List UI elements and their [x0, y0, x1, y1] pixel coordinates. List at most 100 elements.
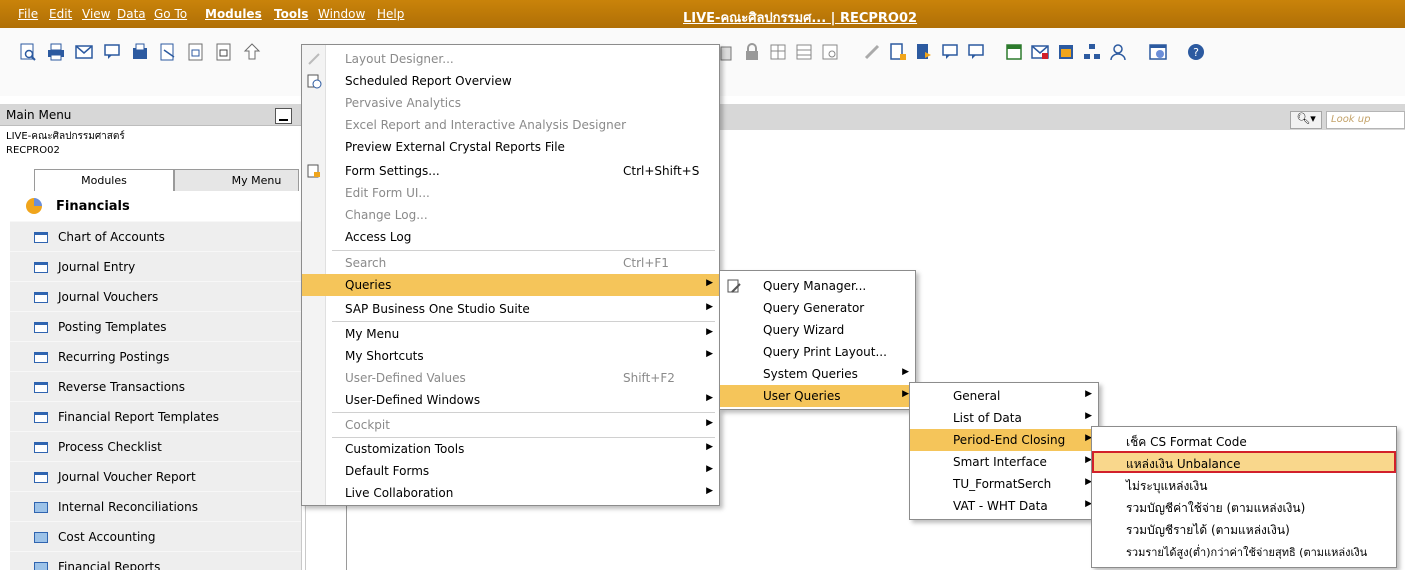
tab-modules[interactable]: Modules: [34, 169, 174, 191]
queries-item-query-manager[interactable]: Query Manager...: [720, 275, 915, 297]
navigate-icon[interactable]: [242, 42, 262, 62]
menu-item-financial-report-templates[interactable]: Financial Report Templates: [10, 401, 301, 431]
submenu-arrow-icon: ▶: [706, 486, 713, 496]
userq-item-vat-wht-data[interactable]: VAT - WHT Data ▶: [910, 495, 1098, 517]
menu-item-journal-entry[interactable]: Journal Entry: [10, 251, 301, 281]
userq-item-smart-interface[interactable]: Smart Interface ▶: [910, 451, 1098, 473]
pec-item-unbalance[interactable]: แหล่งเงิน Unbalance: [1092, 451, 1396, 473]
pdf-export-icon[interactable]: [214, 42, 234, 62]
tools-item-layout-designer[interactable]: Layout Designer...: [302, 48, 719, 70]
tools-item-edit-form-ui[interactable]: Edit Form UI...: [302, 182, 719, 204]
tools-item-customization-tools[interactable]: Customization Tools ▶: [302, 438, 719, 460]
userq-item-general[interactable]: General ▶: [910, 385, 1098, 407]
menu-data[interactable]: Data: [117, 7, 146, 21]
menu-view[interactable]: View: [82, 7, 110, 21]
tools-item-form-settings[interactable]: Form Settings... Ctrl+Shift+S: [302, 160, 719, 182]
userq-item-list-of-data[interactable]: List of Data ▶: [910, 407, 1098, 429]
menu-file[interactable]: File: [18, 7, 38, 21]
form-settings-icon: [306, 163, 322, 179]
menu-item-journal-vouchers[interactable]: Journal Vouchers: [10, 281, 301, 311]
pec-item-no-fund-source[interactable]: ไม่ระบุแหล่งเงิน: [1092, 473, 1396, 495]
email-icon[interactable]: [74, 42, 94, 62]
search-input[interactable]: Look up: [1326, 111, 1405, 129]
lock-icon[interactable]: [742, 42, 762, 62]
fax-icon[interactable]: [130, 42, 150, 62]
tools-item-user-defined-windows[interactable]: User-Defined Windows ▶: [302, 389, 719, 411]
tab-my-menu[interactable]: My Menu: [174, 169, 299, 191]
menu-item-internal-reconciliations[interactable]: Internal Reconciliations: [10, 491, 301, 521]
tools-item-user-defined-values[interactable]: User-Defined Values Shift+F2: [302, 367, 719, 389]
list-item-label: Process Checklist: [58, 440, 162, 454]
calendar-icon[interactable]: [1004, 42, 1024, 62]
tools-item-preview-crystal-reports[interactable]: Preview External Crystal Reports File: [302, 136, 719, 158]
document-icon: [34, 232, 48, 243]
queries-submenu: Query Manager... Query Generator Query W…: [719, 270, 916, 410]
tools-item-studio-suite[interactable]: SAP Business One Studio Suite ▶: [302, 298, 719, 320]
module-financials[interactable]: Financials: [10, 191, 301, 221]
tools-item-search[interactable]: Search Ctrl+F1: [302, 252, 719, 274]
minimize-button[interactable]: [275, 108, 292, 124]
help-icon[interactable]: ?: [1186, 42, 1206, 62]
tools-item-live-collaboration[interactable]: Live Collaboration ▶: [302, 482, 719, 504]
new-document-icon[interactable]: [888, 42, 908, 62]
export-icon[interactable]: [158, 42, 178, 62]
menu-item-posting-templates[interactable]: Posting Templates: [10, 311, 301, 341]
menu-item-recurring-postings[interactable]: Recurring Postings: [10, 341, 301, 371]
grid-icon[interactable]: [794, 42, 814, 62]
menu-item-financial-reports[interactable]: Financial Reports: [10, 551, 301, 570]
menu-item-journal-voucher-report[interactable]: Journal Voucher Report: [10, 461, 301, 491]
list-item-label: Cost Accounting: [58, 530, 156, 544]
word-export-icon[interactable]: [186, 42, 206, 62]
queries-item-query-generator[interactable]: Query Generator: [720, 297, 915, 319]
queries-item-user-queries[interactable]: User Queries ▶: [720, 385, 915, 407]
tools-item-access-log[interactable]: Access Log: [302, 226, 719, 248]
userq-item-tu-formatserch[interactable]: TU_FormatSerch ▶: [910, 473, 1098, 495]
tools-item-my-menu[interactable]: My Menu ▶: [302, 323, 719, 345]
comment-icon[interactable]: [940, 42, 960, 62]
queries-item-query-wizard[interactable]: Query Wizard: [720, 319, 915, 341]
menu-help[interactable]: Help: [377, 7, 404, 21]
menu-separator: [332, 250, 715, 251]
pec-item-expense-summary[interactable]: รวมบัญชีค่าใช้จ่าย (ตามแหล่งเงิน): [1092, 495, 1396, 517]
menu-tools[interactable]: Tools: [274, 7, 308, 21]
menu-item-reverse-transactions[interactable]: Reverse Transactions: [10, 371, 301, 401]
svg-text:?: ?: [1193, 46, 1199, 59]
menu-item-process-checklist[interactable]: Process Checklist: [10, 431, 301, 461]
tools-item-excel-report-designer[interactable]: Excel Report and Interactive Analysis De…: [302, 114, 719, 136]
tools-item-change-log[interactable]: Change Log...: [302, 204, 719, 226]
pec-item-net-income-summary[interactable]: รวมรายได้สูง(ต่ำ)กว่าค่าใช้จ่ายสุทธิ (ตา…: [1092, 539, 1396, 561]
spreadsheet-icon[interactable]: [1056, 42, 1076, 62]
org-chart-icon[interactable]: [1082, 42, 1102, 62]
menu-item-label: Layout Designer...: [345, 52, 454, 66]
menu-edit[interactable]: Edit: [49, 7, 72, 21]
tools-item-pervasive-analytics[interactable]: Pervasive Analytics: [302, 92, 719, 114]
menu-item-chart-of-accounts[interactable]: Chart of Accounts: [10, 221, 301, 251]
table-icon[interactable]: [768, 42, 788, 62]
web-browser-icon[interactable]: [1148, 42, 1168, 62]
print-preview-icon[interactable]: [18, 42, 38, 62]
filter-icon[interactable]: [820, 42, 840, 62]
queries-item-query-print-layout[interactable]: Query Print Layout...: [720, 341, 915, 363]
mail-alert-icon[interactable]: [1030, 42, 1050, 62]
queries-item-system-queries[interactable]: System Queries ▶: [720, 363, 915, 385]
printer-icon[interactable]: [46, 42, 66, 62]
menu-window[interactable]: Window: [318, 7, 365, 21]
edit-pen-icon[interactable]: [862, 42, 882, 62]
sms-icon[interactable]: [102, 42, 122, 62]
message-icon[interactable]: [966, 42, 986, 62]
tools-item-scheduled-report-overview[interactable]: Scheduled Report Overview: [302, 70, 719, 92]
document-link-icon[interactable]: [914, 42, 934, 62]
menu-item-cost-accounting[interactable]: Cost Accounting: [10, 521, 301, 551]
submenu-arrow-icon: ▶: [902, 367, 909, 377]
tools-item-cockpit[interactable]: Cockpit ▶: [302, 414, 719, 436]
menu-modules[interactable]: Modules: [205, 7, 262, 21]
tools-item-my-shortcuts[interactable]: My Shortcuts ▶: [302, 345, 719, 367]
user-icon[interactable]: [1108, 42, 1128, 62]
tools-item-queries[interactable]: Queries ▶: [302, 274, 719, 296]
userq-item-period-end-closing[interactable]: Period-End Closing ▶: [910, 429, 1098, 451]
pec-item-cs-format-code[interactable]: เช็ค CS Format Code: [1092, 429, 1396, 451]
pec-item-income-summary[interactable]: รวมบัญชีรายได้ (ตามแหล่งเงิน): [1092, 517, 1396, 539]
menu-goto[interactable]: Go To: [154, 7, 187, 21]
tools-item-default-forms[interactable]: Default Forms ▶: [302, 460, 719, 482]
search-button[interactable]: 🔍︎▾: [1290, 111, 1322, 129]
